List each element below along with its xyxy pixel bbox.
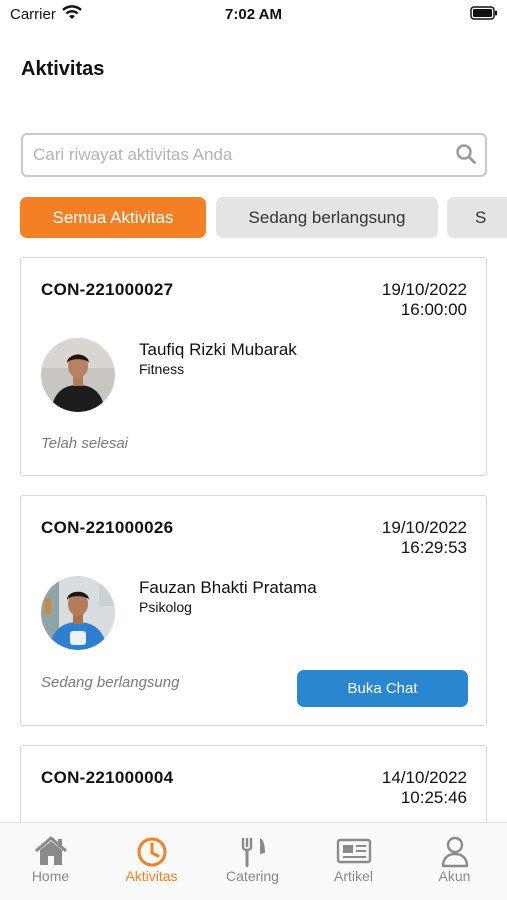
activity-time: 16:00:00: [400, 300, 467, 319]
clock-time: 7:02 AM: [225, 6, 282, 23]
activity-status: Telah selesai: [41, 435, 129, 452]
page-title: Aktivitas: [21, 58, 105, 80]
battery-icon: [470, 6, 498, 25]
tab-label: Artikel: [334, 868, 373, 884]
avatar: [41, 576, 115, 650]
filter-chip-ongoing[interactable]: Sedang berlangsung: [216, 197, 438, 238]
bottom-tab-bar: Home Aktivitas Catering Artikel Akun: [0, 822, 507, 900]
person-name: Taufiq Rizki Mubarak: [139, 340, 297, 359]
tab-label: Catering: [226, 868, 279, 884]
search-box[interactable]: [21, 133, 487, 177]
activity-card[interactable]: CON-221000026 19/10/2022 16:29:53 Fauzan…: [20, 495, 487, 726]
activity-id: CON-221000026: [41, 518, 174, 537]
home-icon: [0, 836, 101, 868]
activity-status: Sedang berlangsung: [41, 674, 180, 691]
open-chat-button[interactable]: Buka Chat: [297, 670, 468, 707]
activity-id: CON-221000004: [41, 768, 174, 787]
person-role: Psikolog: [139, 599, 192, 615]
activity-card[interactable]: CON-221000027 19/10/2022 16:00:00 Taufiq…: [20, 257, 487, 476]
filter-chip-all[interactable]: Semua Aktivitas: [20, 197, 206, 238]
tab-home[interactable]: Home: [0, 823, 101, 900]
tab-catering[interactable]: Catering: [202, 823, 303, 900]
activity-datetime: 14/10/2022 10:25:46: [382, 768, 467, 808]
avatar: [41, 338, 115, 412]
tab-label: Akun: [438, 868, 471, 884]
clock-icon: [101, 836, 202, 868]
search-icon[interactable]: [455, 143, 477, 170]
tab-akun[interactable]: Akun: [404, 823, 505, 900]
filter-chip-next[interactable]: S: [447, 197, 507, 238]
activity-time: 10:25:46: [400, 788, 467, 807]
activity-time: 16:29:53: [400, 538, 467, 557]
activity-datetime: 19/10/2022 16:00:00: [382, 280, 467, 320]
user-icon: [404, 836, 505, 868]
person-name: Fauzan Bhakti Pratama: [139, 578, 317, 597]
tab-aktivitas[interactable]: Aktivitas: [101, 823, 202, 900]
tab-label: Aktivitas: [125, 868, 178, 884]
newspaper-icon: [303, 836, 404, 868]
status-bar: Carrier 7:02 AM: [0, 0, 507, 30]
search-input[interactable]: [33, 135, 453, 175]
activity-datetime: 19/10/2022 16:29:53: [382, 518, 467, 558]
filter-chips: Semua Aktivitas Sedang berlangsung S: [20, 197, 507, 239]
activity-date: 14/10/2022: [381, 768, 467, 787]
fork-knife-icon: [202, 836, 303, 868]
activity-date: 19/10/2022: [381, 280, 467, 299]
activity-id: CON-221000027: [41, 280, 174, 299]
tab-artikel[interactable]: Artikel: [303, 823, 404, 900]
activity-date: 19/10/2022: [381, 518, 467, 537]
tab-label: Home: [31, 868, 70, 884]
person-role: Fitness: [139, 361, 185, 377]
